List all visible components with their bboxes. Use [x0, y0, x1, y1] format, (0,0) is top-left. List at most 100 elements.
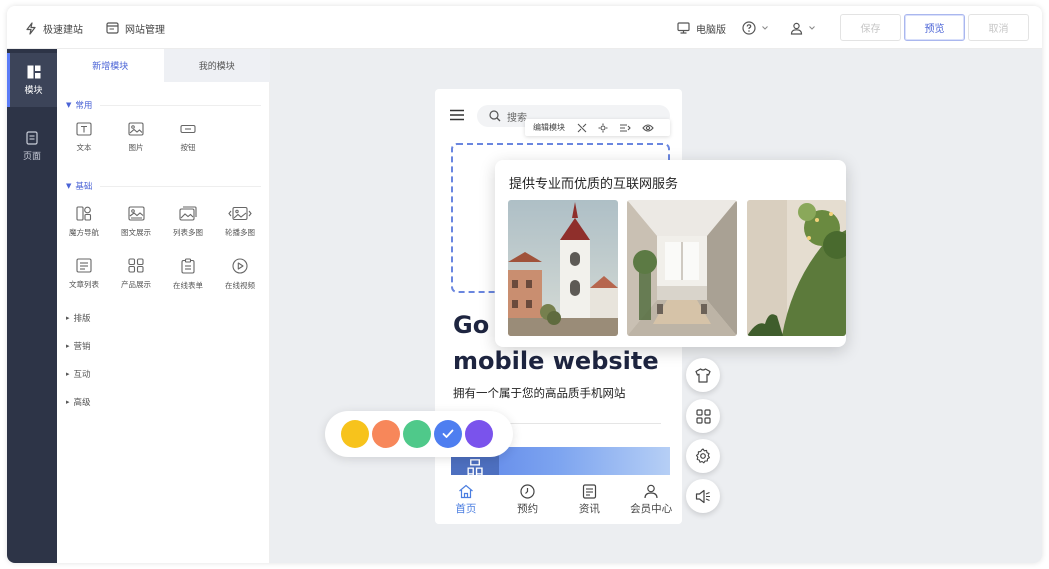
hero-title-line2: mobile website — [453, 347, 659, 375]
announcement-button[interactable] — [686, 479, 720, 513]
swatch-blue[interactable] — [434, 420, 462, 448]
caret-right-icon: ▸ — [66, 314, 70, 322]
service-gallery-card[interactable]: 提供专业而优质的互联网服务 — [495, 160, 846, 347]
user-icon — [790, 22, 803, 35]
eye-icon[interactable] — [642, 123, 654, 133]
section-marketing[interactable]: ▸ 营销 — [66, 340, 261, 352]
app-window: 极速建站 网站管理 电脑版 保存 预览 取消 模块 页面 新增模块 我的模块 ▼… — [7, 6, 1042, 563]
module-carousel[interactable]: 轮播多图 — [215, 206, 265, 246]
bottom-nav-booking-label: 预约 — [517, 502, 539, 515]
module-text[interactable]: 文本 — [59, 122, 109, 162]
nav-item-modules-label: 模块 — [24, 85, 43, 96]
hamburger-menu-icon[interactable] — [450, 109, 464, 121]
page-icon — [26, 130, 38, 145]
nav-item-modules[interactable]: 模块 — [7, 53, 57, 107]
swatch-yellow[interactable] — [341, 420, 369, 448]
section-common[interactable]: ▼ 常用 — [66, 99, 261, 111]
edit-module-button[interactable]: 编辑模块 — [533, 122, 565, 133]
article-icon — [76, 258, 92, 273]
settings-icon[interactable] — [598, 123, 608, 133]
section-marketing-label: 营销 — [73, 342, 91, 352]
apps-grid-icon — [695, 408, 711, 424]
swatch-green[interactable] — [403, 420, 431, 448]
editor-canvas: 搜索 编辑模块 Go M mobile website 拥有一个属于您的高品质手… — [270, 49, 1042, 563]
caret-right-icon: ▸ — [66, 342, 70, 350]
section-basic[interactable]: ▼ 基础 — [66, 180, 261, 192]
module-cube-nav[interactable]: 魔方导航 — [59, 206, 109, 246]
bottom-nav-member[interactable]: 会员中心 — [620, 475, 682, 524]
apps-button[interactable] — [686, 399, 720, 433]
module-image-text[interactable]: 图文展示 — [111, 206, 161, 246]
top-bar: 极速建站 网站管理 电脑版 保存 预览 取消 — [7, 6, 1042, 49]
carousel-icon — [228, 206, 252, 221]
section-advanced[interactable]: ▸ 高级 — [66, 396, 261, 408]
quick-build-link[interactable]: 极速建站 — [25, 20, 83, 36]
photo-plant — [747, 200, 846, 336]
phone-bottom-nav: 首页 预约 资讯 会员中心 — [435, 475, 682, 524]
module-image-label: 图片 — [128, 143, 144, 152]
help-menu[interactable] — [742, 20, 774, 36]
bottom-nav-home-label: 首页 — [455, 502, 477, 515]
module-product-display[interactable]: 产品展示 — [111, 258, 161, 298]
section-layout[interactable]: ▸ 排版 — [66, 312, 261, 324]
text-icon — [76, 122, 92, 136]
image-text-icon — [127, 206, 145, 221]
tshirt-icon — [695, 367, 711, 383]
grid-nav-icon — [76, 206, 92, 221]
module-online-video[interactable]: 在线视频 — [215, 258, 265, 298]
swatch-purple[interactable] — [465, 420, 493, 448]
user-menu[interactable] — [790, 20, 821, 36]
photo-meeting-room — [627, 200, 737, 336]
tab-my-modules[interactable]: 我的模块 — [163, 49, 270, 82]
section-interact[interactable]: ▸ 互动 — [66, 368, 261, 380]
settings-button[interactable] — [686, 439, 720, 473]
module-text-label: 文本 — [76, 143, 92, 152]
nav-item-pages-label: 页面 — [22, 151, 41, 162]
tab-new-modules[interactable]: 新增模块 — [57, 49, 164, 82]
gear-icon — [695, 448, 710, 464]
device-switch[interactable]: 电脑版 — [677, 20, 726, 36]
cancel-button[interactable]: 取消 — [968, 14, 1029, 41]
help-icon — [742, 21, 756, 35]
bottom-nav-booking[interactable]: 预约 — [497, 475, 559, 524]
module-image[interactable]: 图片 — [111, 122, 161, 162]
module-article-list-label: 文章列表 — [69, 280, 99, 289]
search-icon — [489, 110, 501, 122]
button-icon — [180, 124, 196, 134]
module-image-text-label: 图文展示 — [121, 228, 151, 237]
caret-right-icon: ▸ — [66, 398, 70, 406]
module-article-list[interactable]: 文章列表 — [59, 258, 109, 298]
bottom-nav-home[interactable]: 首页 — [435, 475, 497, 524]
caret-down-icon: ▼ — [66, 182, 72, 190]
news-icon — [582, 483, 596, 499]
save-button[interactable]: 保存 — [840, 14, 901, 41]
device-label: 电脑版 — [696, 24, 726, 36]
theme-style-button[interactable] — [686, 358, 720, 392]
section-common-label: 常用 — [75, 101, 93, 111]
module-carousel-label: 轮播多图 — [225, 228, 255, 237]
image-icon — [128, 122, 144, 136]
nav-item-pages[interactable]: 页面 — [7, 119, 57, 173]
module-panel: 新增模块 我的模块 ▼ 常用 文本 图片 按钮 ▼ 基础 魔方导航 图文展示 列表多… — [57, 49, 270, 563]
tools-icon[interactable] — [577, 123, 587, 133]
preview-button[interactable]: 预览 — [904, 14, 965, 41]
module-icon — [27, 65, 40, 78]
monitor-icon — [677, 22, 690, 34]
bottom-nav-member-label: 会员中心 — [630, 502, 673, 515]
chevron-down-icon — [809, 26, 815, 30]
site-manage-link[interactable]: 网站管理 — [106, 20, 165, 36]
swatch-orange[interactable] — [372, 420, 400, 448]
clipboard-icon — [181, 258, 195, 274]
left-nav: 模块 页面 — [7, 49, 57, 563]
style-icon[interactable] — [619, 123, 631, 133]
bottom-nav-news-label: 资讯 — [578, 502, 600, 515]
product-grid-icon — [128, 258, 144, 273]
module-button[interactable]: 按钮 — [163, 122, 213, 162]
caret-right-icon: ▸ — [66, 370, 70, 378]
bottom-nav-news[interactable]: 资讯 — [559, 475, 621, 524]
module-online-form[interactable]: 在线表单 — [163, 258, 213, 298]
module-online-video-label: 在线视频 — [225, 281, 255, 290]
section-layout-label: 排版 — [73, 314, 91, 324]
module-list-images[interactable]: 列表多图 — [163, 206, 213, 246]
color-swatch-picker — [325, 411, 513, 457]
